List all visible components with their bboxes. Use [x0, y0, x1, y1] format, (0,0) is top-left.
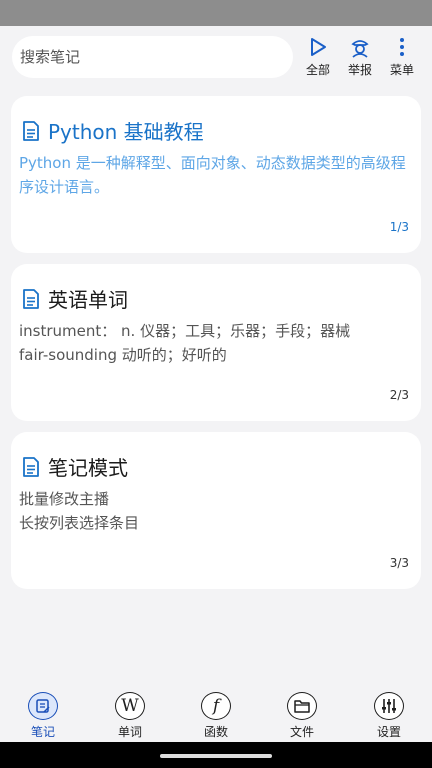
nav-label: 函数 [203, 725, 228, 739]
note-page-indicator: 2/3 [389, 388, 409, 402]
note-page-indicator: 1/3 [389, 220, 409, 234]
nav-label: 笔记 [30, 725, 55, 739]
note-card[interactable]: 笔记模式 批量修改主播 长按列表选择条目 3/3 [11, 432, 421, 589]
note-title-text: Python 基础教程 [48, 120, 204, 144]
note-content: Python 是一种解释型、面向对象、动态数据类型的高级程序设计语言。 [19, 151, 415, 199]
note-line: Python 是一种解释型、面向对象、动态数据类型的高级程序设计语言。 [19, 154, 406, 196]
document-icon [23, 120, 39, 141]
play-triangle-icon [311, 38, 326, 56]
note-card[interactable]: Python 基础教程 Python 是一种解释型、面向对象、动态数据类型的高级… [11, 96, 421, 253]
note-title: Python 基础教程 [22, 116, 204, 145]
document-icon [23, 288, 39, 309]
note-title: 英语单词 [22, 284, 128, 313]
all-label: 全部 [305, 63, 330, 77]
all-button[interactable]: 全部 [300, 36, 336, 78]
note-content: 批量修改主播 长按列表选择条目 [19, 487, 415, 535]
note-title-text: 英语单词 [48, 288, 128, 312]
note-line: fair-sounding 动听的；好听的 [19, 346, 227, 364]
folder-icon [287, 692, 317, 720]
nav-item-files[interactable]: 文件 [272, 692, 332, 740]
function-f-icon: f [201, 692, 231, 720]
note-line: instrument： n. 仪器；工具；乐器；手段；器械 [19, 322, 351, 340]
search-input[interactable] [20, 48, 280, 66]
more-vertical-icon [400, 38, 404, 56]
note-line: 批量修改主播 [19, 490, 110, 508]
police-officer-icon [351, 40, 369, 58]
menu-button[interactable]: 菜单 [384, 36, 420, 78]
sliders-icon [374, 692, 404, 720]
note-title-text: 笔记模式 [48, 456, 128, 480]
top-bar: 全部 举报 菜单 [0, 26, 432, 90]
note-icon [28, 692, 58, 720]
document-icon [23, 456, 39, 477]
note-content: instrument： n. 仪器；工具；乐器；手段；器械 fair-sound… [19, 319, 415, 367]
nav-item-functions[interactable]: f 函数 [186, 692, 246, 740]
home-indicator[interactable] [160, 754, 272, 758]
status-bar [0, 0, 432, 26]
nav-item-words[interactable]: W 单词 [100, 692, 160, 740]
word-w-icon: W [115, 692, 145, 720]
note-title: 笔记模式 [22, 452, 128, 481]
report-label: 举报 [347, 63, 372, 77]
nav-label: 文件 [289, 725, 314, 739]
report-button[interactable]: 举报 [342, 36, 378, 78]
search-box[interactable] [12, 36, 293, 78]
nav-label: 单词 [117, 725, 142, 739]
note-page-indicator: 3/3 [389, 556, 409, 570]
note-card[interactable]: 英语单词 instrument： n. 仪器；工具；乐器；手段；器械 fair-… [11, 264, 421, 421]
nav-item-settings[interactable]: 设置 [359, 692, 419, 740]
system-gesture-bar [0, 742, 432, 768]
menu-label: 菜单 [389, 63, 414, 77]
nav-item-notes[interactable]: 笔记 [13, 692, 73, 740]
nav-label: 设置 [376, 725, 401, 739]
note-line: 长按列表选择条目 [19, 514, 140, 532]
bottom-nav: 笔记 W 单词 f 函数 文件 设置 [0, 686, 432, 742]
